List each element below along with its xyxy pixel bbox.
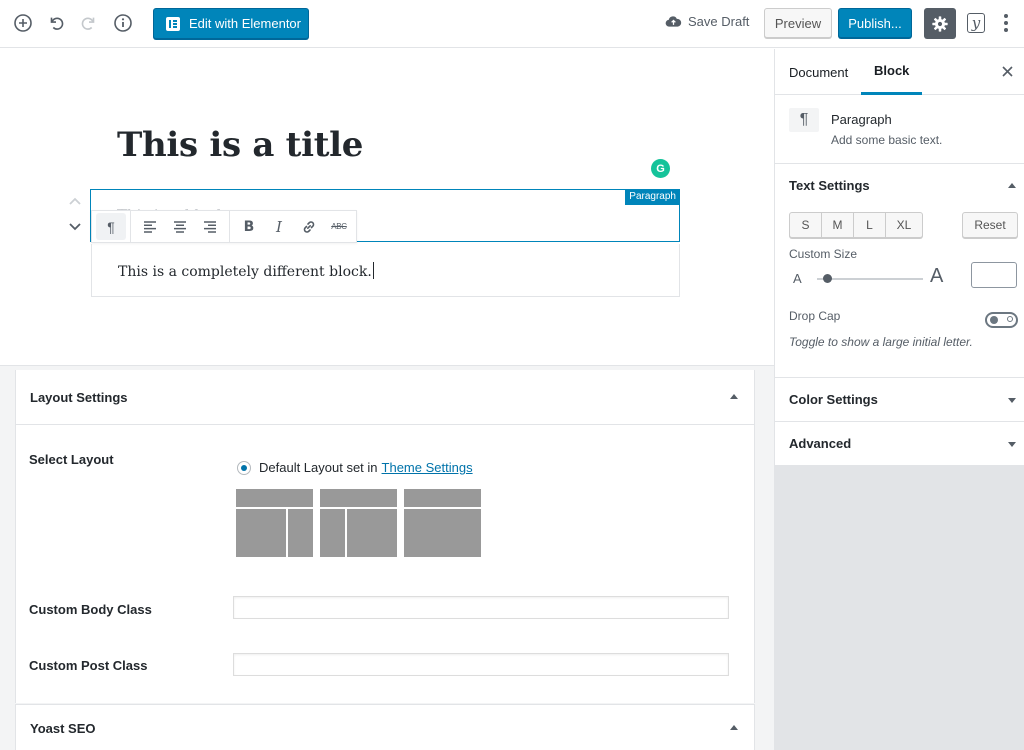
redo-icon[interactable] <box>78 12 100 34</box>
advanced-panel: Advanced <box>775 422 1024 466</box>
block-card-description: Add some basic text. <box>831 133 943 147</box>
sidebar-empty-area <box>775 466 1024 750</box>
editor-canvas: This is a title G This is a block Paragr… <box>0 49 774 365</box>
layout-full-width-option[interactable] <box>404 489 481 557</box>
custom-post-class-input[interactable] <box>233 653 729 676</box>
font-size-l-button[interactable]: L <box>854 213 886 237</box>
edit-with-elementor-label: Edit with Elementor <box>189 16 301 31</box>
edit-with-elementor-button[interactable]: Edit with Elementor <box>153 8 309 39</box>
text-settings-panel: Text Settings S M L XL Reset Custom Size… <box>775 164 1024 378</box>
color-settings-header[interactable]: Color Settings <box>775 378 1024 421</box>
default-layout-radio[interactable] <box>237 460 251 475</box>
link-icon <box>303 220 315 233</box>
custom-body-class-input[interactable] <box>233 596 729 619</box>
strikethrough-button[interactable]: ABC <box>324 213 354 240</box>
yoast-icon: y <box>967 13 985 33</box>
drop-cap-help: Toggle to show a large initial letter. <box>789 335 973 349</box>
save-draft-button[interactable]: Save Draft <box>665 14 749 29</box>
add-block-icon[interactable] <box>12 12 34 34</box>
block-toolbar: ¶ B I ABC <box>91 210 357 243</box>
editor-header: Edit with Elementor Save Draft Preview P… <box>0 0 1024 48</box>
select-layout-label: Select Layout <box>29 452 114 467</box>
advanced-header[interactable]: Advanced <box>775 422 1024 465</box>
yoast-seo-button[interactable]: y <box>965 12 987 34</box>
text-caret <box>372 262 374 279</box>
text-settings-header[interactable]: Text Settings <box>775 164 1024 207</box>
settings-sidebar: Document Block ¶ Paragraph Add some basi… <box>774 49 1024 750</box>
sidebar-tabs: Document Block <box>775 49 1024 95</box>
block-card: ¶ Paragraph Add some basic text. <box>775 95 1024 164</box>
font-size-picker: S M L XL <box>789 212 923 238</box>
save-draft-label: Save Draft <box>688 14 750 29</box>
close-sidebar-button[interactable] <box>1000 64 1014 78</box>
collapse-caret-icon <box>730 725 738 730</box>
preview-button[interactable]: Preview <box>764 8 832 38</box>
custom-body-class-label: Custom Body Class <box>29 602 152 617</box>
publish-button[interactable]: Publish... <box>838 8 912 38</box>
layout-left-sidebar-option[interactable] <box>320 489 397 557</box>
custom-size-slider-handle[interactable] <box>823 274 833 283</box>
settings-toggle-button[interactable] <box>924 8 956 39</box>
align-center-icon <box>174 220 186 233</box>
grammarly-icon[interactable]: G <box>651 159 670 178</box>
align-left-button[interactable] <box>135 213 165 240</box>
yoast-seo-header[interactable]: Yoast SEO <box>16 705 754 750</box>
default-layout-text: Default Layout set in <box>259 460 378 475</box>
block-type-switcher[interactable]: ¶ <box>96 213 126 240</box>
bold-button[interactable]: B <box>234 213 264 240</box>
collapse-caret-icon <box>1008 182 1016 188</box>
paragraph-icon: ¶ <box>107 218 115 235</box>
link-button[interactable] <box>294 213 324 240</box>
slider-large-a: A <box>930 265 944 287</box>
custom-size-label: Custom Size <box>789 247 858 261</box>
font-size-s-button[interactable]: S <box>790 213 822 237</box>
move-up-icon[interactable] <box>68 194 82 208</box>
paragraph-block-text[interactable]: This is a completely different block. <box>118 262 374 280</box>
italic-button[interactable]: I <box>264 213 294 240</box>
layout-settings-header[interactable]: Layout Settings <box>16 370 754 425</box>
custom-size-input[interactable] <box>971 262 1017 288</box>
cloud-upload-icon <box>665 16 682 27</box>
elementor-icon <box>166 16 180 31</box>
close-icon <box>1001 65 1013 77</box>
custom-post-class-label: Custom Post Class <box>29 658 148 673</box>
tab-document[interactable]: Document <box>789 49 848 95</box>
collapse-caret-icon <box>730 394 738 399</box>
info-icon[interactable] <box>112 12 134 34</box>
yoast-seo-metabox: Yoast SEO <box>15 704 755 750</box>
expand-caret-icon <box>1008 441 1016 447</box>
gear-icon <box>932 15 948 32</box>
reset-font-size-button[interactable]: Reset <box>962 212 1018 238</box>
post-title[interactable]: This is a title <box>117 125 363 165</box>
more-menu-button[interactable] <box>998 12 1014 34</box>
drop-cap-toggle[interactable] <box>985 312 1018 328</box>
meta-boxes-area: Layout Settings Select Layout Default La… <box>0 365 774 750</box>
drop-cap-label: Drop Cap <box>789 309 841 323</box>
block-card-title: Paragraph <box>831 112 892 127</box>
align-right-button[interactable] <box>195 213 225 240</box>
custom-size-slider[interactable] <box>817 278 923 280</box>
layout-settings-metabox: Layout Settings Select Layout Default La… <box>15 370 755 703</box>
align-left-icon <box>144 220 156 233</box>
theme-settings-link[interactable]: Theme Settings <box>382 460 473 475</box>
move-down-icon[interactable] <box>68 220 82 234</box>
layout-right-sidebar-option[interactable] <box>236 489 313 557</box>
align-right-icon <box>204 220 216 233</box>
paragraph-icon: ¶ <box>789 108 819 132</box>
block-type-label: Paragraph <box>625 189 680 205</box>
tab-block[interactable]: Block <box>861 49 923 95</box>
expand-caret-icon <box>1008 397 1016 403</box>
default-layout-option[interactable]: Default Layout set in Theme Settings <box>237 460 473 475</box>
paragraph-block[interactable]: This is a completely different block. <box>91 244 680 297</box>
undo-icon[interactable] <box>45 12 67 34</box>
color-settings-panel: Color Settings <box>775 378 1024 422</box>
font-size-m-button[interactable]: M <box>822 213 854 237</box>
align-center-button[interactable] <box>165 213 195 240</box>
font-size-xl-button[interactable]: XL <box>886 213 922 237</box>
slider-small-a: A <box>793 271 802 286</box>
more-vertical-icon <box>1004 14 1008 18</box>
